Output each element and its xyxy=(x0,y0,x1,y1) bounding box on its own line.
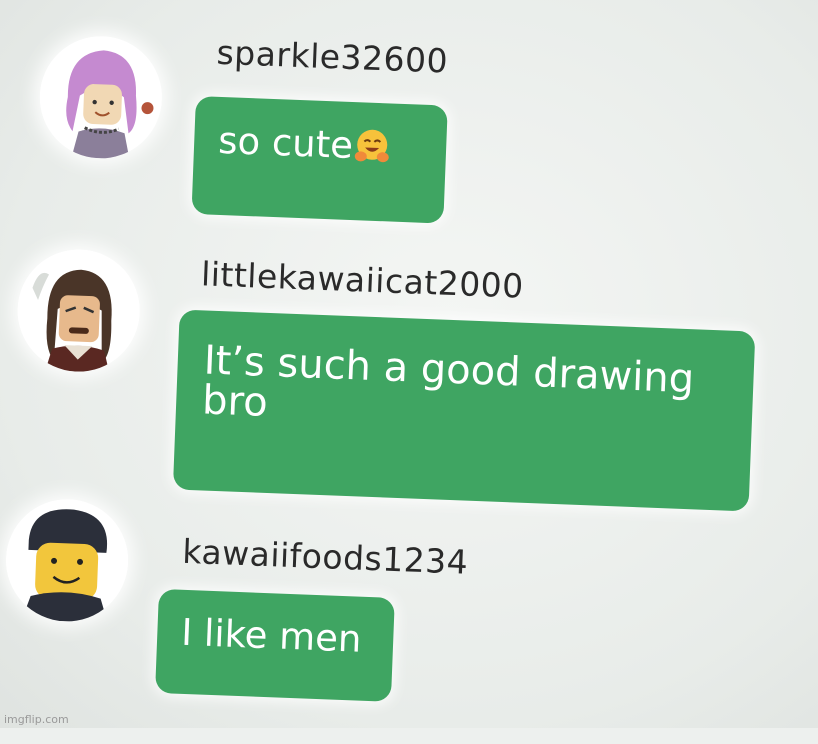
avatar-image xyxy=(3,497,131,624)
avatar-kawaiifoods1234[interactable] xyxy=(3,497,131,624)
username-label[interactable]: sparkle32600 xyxy=(216,33,449,81)
username-label[interactable]: littlekawaiicat2000 xyxy=(200,254,524,305)
message-text: I like men xyxy=(180,610,363,661)
message-bubble: It’s such a good drawing bro xyxy=(172,309,756,512)
message-text: It’s such a good drawing bro xyxy=(201,337,695,426)
username-label[interactable]: kawaiifoods1234 xyxy=(182,532,469,582)
message-bubble: I like men xyxy=(155,588,395,702)
smiling-face-with-open-hands-icon xyxy=(354,129,389,163)
avatar-littlekawaiicat2000[interactable] xyxy=(15,247,142,374)
chat-thread: sparkle32600 so cute littlekawaiicat2000… xyxy=(0,0,818,744)
message-text: so cute xyxy=(217,118,354,168)
message-bubble: so cute xyxy=(191,95,448,224)
avatar-image xyxy=(15,247,142,374)
avatar-sparkle32600[interactable] xyxy=(37,34,165,161)
avatar-image xyxy=(37,34,165,161)
watermark: imgflip.com xyxy=(4,713,69,726)
